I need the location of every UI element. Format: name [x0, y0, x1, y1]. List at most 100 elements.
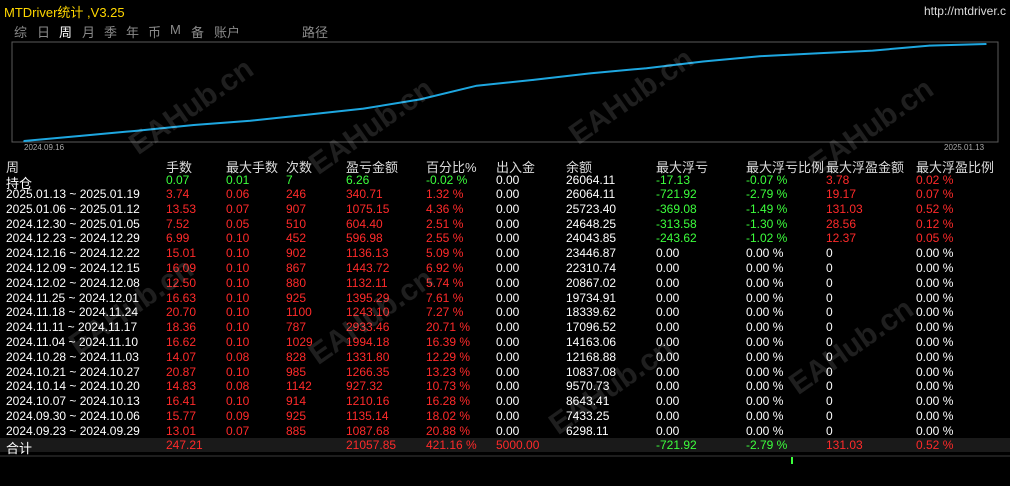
row-period: 2024.11.11 ~ 2024.11.17: [6, 320, 138, 335]
row-io: 0.00: [496, 305, 520, 320]
row-max-float-profit: 0: [826, 275, 833, 290]
total-max-float-loss-pct: -2.79 %: [746, 438, 788, 452]
row-max-float-loss: 0.00: [656, 261, 680, 275]
row-max-float-profit: 0: [826, 364, 833, 379]
row-pnl: 1395.29: [346, 290, 390, 305]
table-row[interactable]: 2024.11.04 ~ 2024.11.10 16.62 0.10 1029 1994…: [0, 335, 1010, 349]
table-row[interactable]: 2024.10.21 ~ 2024.10.27 20.87 0.10 985 1266.…: [0, 365, 1010, 379]
total-row[interactable]: 合计 247.21 21057.85 421.16 % 5000.00 -721…: [0, 438, 1010, 456]
row-max-lots: 0.07: [226, 201, 250, 216]
chart-point: [136, 129, 138, 132]
tab-currency[interactable]: 币: [148, 22, 161, 41]
chart-end-label: 2025.01.13: [944, 143, 985, 152]
tab-magic[interactable]: M: [170, 22, 181, 37]
row-lots: 13.01: [166, 423, 197, 438]
row-max-float-loss: 0.00: [656, 423, 680, 438]
row-io: 0.00: [496, 349, 520, 364]
row-max-float-loss: 0.00: [656, 335, 680, 349]
tab-year[interactable]: 年: [126, 22, 139, 41]
position-max-float-loss: -17.13: [656, 173, 691, 187]
table-row[interactable]: 2024.10.14 ~ 2024.10.20 14.83 0.08 1142 927.…: [0, 379, 1010, 393]
row-pct: 6.92 %: [426, 261, 464, 275]
position-row[interactable]: 持仓 0.07 0.01 7 6.26 -0.02 % 0.00 26064.1…: [0, 173, 1010, 191]
row-max-float-loss: -721.92: [656, 187, 697, 201]
chart-point: [23, 140, 25, 142]
row-period: 2024.10.14 ~ 2024.10.20: [6, 379, 140, 394]
row-max-float-profit: 19.17: [826, 187, 857, 201]
row-max-float-loss-pct: 0.00 %: [746, 275, 784, 290]
row-io: 0.00: [496, 261, 520, 275]
row-max-float-loss-pct: 0.00 %: [746, 261, 784, 275]
row-count: 885: [286, 423, 307, 438]
tab-overview[interactable]: 综: [14, 22, 27, 41]
row-io: 0.00: [496, 409, 520, 423]
table-row[interactable]: 2024.12.23 ~ 2024.12.29 6.99 0.10 452 596.98…: [0, 231, 1010, 245]
table-row[interactable]: 2024.12.16 ~ 2024.12.22 15.01 0.10 902 1136.…: [0, 246, 1010, 260]
chart-point: [928, 44, 931, 47]
tab-note[interactable]: 备: [191, 22, 204, 41]
position-lots: 0.07: [166, 173, 190, 187]
table-row[interactable]: 2024.11.25 ~ 2024.12.01 16.63 0.10 925 1395.…: [0, 291, 1010, 305]
table-row[interactable]: 2024.12.30 ~ 2025.01.05 7.52 0.05 510 604.40…: [0, 217, 1010, 231]
row-count: 867: [286, 261, 307, 275]
row-io: 0.00: [496, 290, 520, 305]
row-max-lots: 0.08: [226, 349, 250, 364]
table-row[interactable]: 2024.09.30 ~ 2024.10.06 15.77 0.09 925 1135.…: [0, 409, 1010, 423]
row-count: 907: [286, 201, 307, 216]
table-row[interactable]: 2024.10.28 ~ 2024.11.03 14.07 0.08 828 1331.…: [0, 350, 1010, 364]
row-max-float-profit-pct: 0.00 %: [916, 349, 954, 364]
row-max-float-profit-pct: 0.00 %: [916, 394, 954, 409]
chart-point: [532, 79, 535, 81]
row-lots: 15.01: [166, 246, 197, 261]
row-pct: 13.23 %: [426, 364, 471, 379]
tab-month[interactable]: 月: [82, 22, 95, 41]
row-pnl: 1443.72: [346, 261, 390, 275]
row-max-float-loss: 0.00: [656, 275, 680, 290]
row-max-float-profit: 131.03: [826, 201, 863, 216]
row-max-lots: 0.09: [226, 409, 250, 423]
row-io: 0.00: [496, 231, 520, 246]
tab-day[interactable]: 日: [37, 22, 50, 41]
table-row[interactable]: 2024.12.09 ~ 2024.12.15 16.09 0.10 867 1443.…: [0, 261, 1010, 275]
table-row[interactable]: 2025.01.06 ~ 2025.01.12 13.53 0.07 907 1075.…: [0, 202, 1010, 216]
row-io: 0.00: [496, 423, 520, 438]
total-max-float-profit-pct: 0.52 %: [916, 438, 954, 452]
table-row[interactable]: 2024.11.18 ~ 2024.11.24 20.70 0.10 1100 1243…: [0, 305, 1010, 319]
row-max-float-profit-pct: 0.07 %: [916, 187, 954, 201]
row-count: 510: [286, 216, 307, 231]
tab-quarter[interactable]: 季: [104, 22, 117, 41]
row-pct: 7.61 %: [426, 290, 464, 305]
chart-point: [872, 49, 874, 52]
row-lots: 16.63: [166, 290, 197, 305]
title-bar: MTDriver统计 ,V3.25 http://mtdriver.c: [0, 0, 1010, 20]
table-row[interactable]: 2025.01.13 ~ 2025.01.19 3.74 0.06 246 340.71…: [0, 187, 1010, 201]
row-max-float-profit-pct: 0.12 %: [916, 216, 954, 231]
row-lots: 6.99: [166, 231, 190, 246]
row-max-lots: 0.06: [226, 187, 250, 201]
tab-week[interactable]: 周: [59, 22, 72, 41]
tab-account[interactable]: 账户: [214, 22, 240, 41]
position-max-lots: 0.01: [226, 173, 250, 187]
row-max-float-profit: 0: [826, 423, 833, 438]
table-row[interactable]: 2024.10.07 ~ 2024.10.13 16.41 0.10 914 1210.…: [0, 394, 1010, 408]
table-row[interactable]: 2024.09.23 ~ 2024.09.29 13.01 0.07 885 1087.…: [0, 424, 1010, 438]
total-max-float-profit: 131.03: [826, 438, 863, 452]
row-count: 902: [286, 246, 307, 261]
row-max-float-profit: 28.56: [826, 216, 857, 231]
row-max-lots: 0.10: [226, 305, 250, 320]
row-balance: 8643.41: [566, 394, 610, 409]
row-period: 2024.12.02 ~ 2024.12.08: [6, 275, 140, 290]
table-row[interactable]: 2024.11.11 ~ 2024.11.17 18.36 0.10 787 2933.…: [0, 320, 1010, 334]
row-max-lots: 0.05: [226, 216, 250, 231]
row-pnl: 1243.10: [346, 305, 390, 320]
site-url-link[interactable]: http://mtdriver.c: [924, 4, 1006, 18]
row-lots: 12.50: [166, 275, 197, 290]
row-max-float-loss-pct: 0.00 %: [746, 409, 784, 423]
row-max-lots: 0.10: [226, 275, 250, 290]
row-pnl: 1210.16: [346, 394, 390, 409]
table-row[interactable]: 2024.12.02 ~ 2024.12.08 12.50 0.10 880 1132.…: [0, 276, 1010, 290]
row-pnl: 604.40: [346, 216, 383, 231]
row-max-lots: 0.10: [226, 246, 250, 261]
row-pct: 5.74 %: [426, 275, 464, 290]
tab-path[interactable]: 路径: [302, 22, 328, 41]
